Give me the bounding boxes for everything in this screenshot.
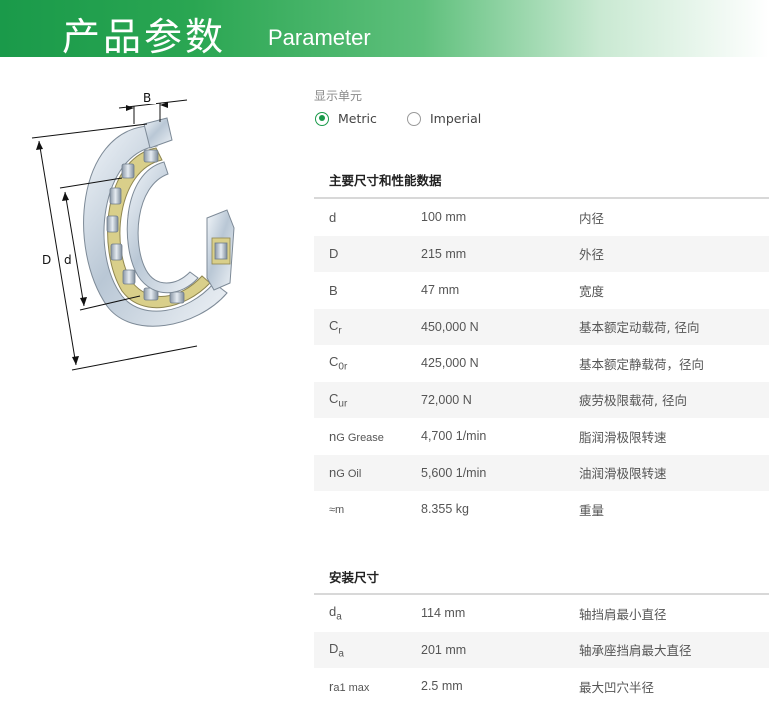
unit-option-label: Metric [338, 111, 377, 126]
param-symbol: d [329, 209, 337, 225]
param-value: 2.5 mm [421, 679, 463, 694]
param-symbol: C0r [329, 354, 348, 373]
param-description: 轴挡肩最小直径 [579, 606, 667, 622]
param-value: 47 mm [421, 283, 460, 298]
param-value: 8.355 kg [421, 502, 469, 517]
param-value: 201 mm [421, 642, 467, 657]
table-row: Cr 450,000 N 基本额定动载荷, 径向 [314, 308, 769, 345]
param-description: 外径 [579, 247, 605, 263]
unit-option-label: Imperial [430, 111, 482, 126]
table-row: C0r 425,000 N 基本额定静载荷，径向 [314, 345, 769, 382]
param-symbol: da [329, 604, 342, 623]
param-value: 100 mm [421, 210, 467, 225]
main-data-table: d 100 mm 内径 D 215 mm 外径 B 47 mm 宽度 Cr 45… [314, 199, 769, 528]
param-value: 5,600 1/min [421, 465, 487, 480]
param-symbol: Cur [329, 390, 348, 410]
param-symbol: B [329, 282, 338, 298]
param-symbol: D [329, 246, 339, 262]
unit-option-metric[interactable]: Metric [315, 111, 377, 126]
table-row: Cur 72,000 N 疲劳极限载荷, 径向 [314, 381, 769, 418]
units-label: 显示单元 [314, 89, 363, 103]
param-description: 最大凹穴半径 [579, 679, 655, 695]
radio-checked-icon[interactable] [315, 111, 329, 126]
table-row: ra1 max 2.5 mm 最大凹穴半径 [314, 668, 769, 705]
dim-label-B: B [143, 91, 151, 105]
param-symbol: ≈m [329, 504, 345, 517]
param-description: 重量 [579, 502, 605, 518]
param-value: 114 mm [421, 606, 466, 621]
table-row: nG Grease 4,700 1/min 脂润滑极限转速 [314, 418, 769, 455]
radio-unchecked-icon[interactable] [407, 111, 421, 126]
bearing-illustration: B D d [31, 90, 235, 371]
mounting-data-table: da 114 mm 轴挡肩最小直径 Da 201 mm 轴承座挡肩最大直径 ra… [314, 595, 769, 705]
param-description: 基本额定静载荷，径向 [579, 356, 705, 372]
main-data-title: 主要尺寸和性能数据 [329, 173, 442, 188]
mounting-data-title: 安装尺寸 [329, 570, 380, 585]
table-row: B 47 mm 宽度 [314, 272, 769, 309]
param-symbol: Da [329, 640, 344, 660]
dim-label-D: D [42, 253, 51, 267]
param-description: 宽度 [579, 283, 605, 299]
banner-title-en: Parameter [268, 25, 371, 50]
param-symbol: nG Grease [329, 428, 384, 444]
table-row: d 100 mm 内径 [314, 199, 769, 236]
table-row: nG Oil 5,600 1/min 油润滑极限转速 [314, 454, 769, 491]
param-description: 油润滑极限转速 [579, 466, 667, 482]
table-row: da 114 mm 轴挡肩最小直径 [314, 595, 769, 632]
banner-title-cn: 产品参数 [62, 15, 227, 59]
param-value: 425,000 N [421, 356, 479, 371]
table-row: Da 201 mm 轴承座挡肩最大直径 [314, 631, 769, 668]
param-description: 轴承座挡肩最大直径 [579, 643, 692, 659]
param-symbol: ra1 max [329, 678, 370, 694]
param-symbol: Cr [329, 317, 342, 337]
param-value: 450,000 N [421, 319, 479, 334]
param-description: 疲劳极限载荷, 径向 [579, 393, 687, 409]
param-description: 脂润滑极限转速 [579, 429, 667, 445]
header-banner: 产品参数 Parameter [0, 0, 769, 59]
unit-option-imperial[interactable]: Imperial [407, 111, 481, 126]
param-value: 215 mm [421, 246, 467, 261]
table-row: D 215 mm 外径 [314, 235, 769, 272]
param-value: 4,700 1/min [421, 429, 487, 444]
table-row: ≈m 8.355 kg 重量 [314, 491, 769, 528]
dim-label-d: d [64, 253, 72, 267]
param-description: 基本额定动载荷, 径向 [579, 320, 700, 336]
param-description: 内径 [579, 210, 605, 226]
param-symbol: nG Oil [329, 465, 362, 481]
param-value: 72,000 N [421, 392, 472, 407]
